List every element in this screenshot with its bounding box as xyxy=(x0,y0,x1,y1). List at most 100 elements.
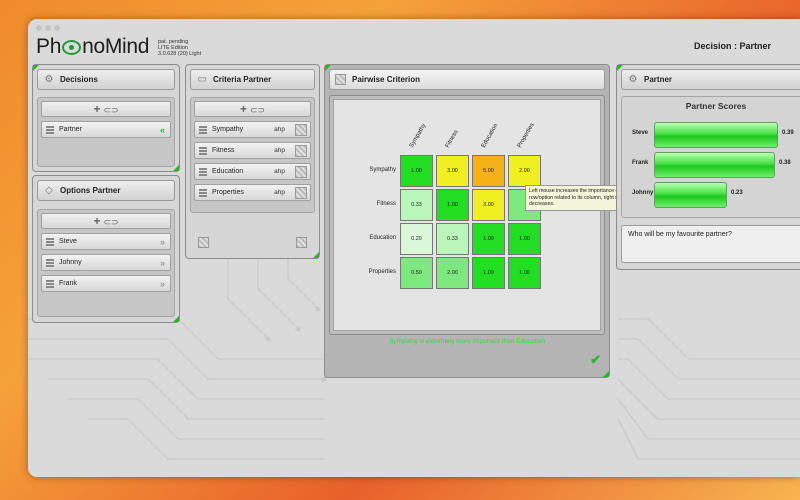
chevron-left-icon[interactable]: « xyxy=(160,125,165,135)
pairwise-matrix: Sympathy Fitness Education Properties Sympat… xyxy=(333,99,643,331)
matrix-column-label: Education xyxy=(480,122,500,149)
option-item-steve[interactable]: Steve » xyxy=(41,233,171,250)
matrix-cell[interactable]: 3.00 xyxy=(436,155,469,187)
chevron-right-icon[interactable]: » xyxy=(160,237,165,247)
chevron-right-icon[interactable]: » xyxy=(160,279,165,289)
criterion-item-education[interactable]: Education ahp xyxy=(194,163,311,180)
criterion-method: ahp xyxy=(274,126,285,133)
score-bar xyxy=(654,122,778,148)
app-logo: Ph noMind xyxy=(36,35,150,58)
resize-handle-icon[interactable] xyxy=(603,371,609,377)
matrix-cell[interactable]: 1.00 xyxy=(508,257,541,289)
app-window: Ph noMind pat. pending LITE Edition 3.0.6… xyxy=(28,19,800,477)
pairwise-panel: Pairwise Criterion Sympathy Fitness Educat… xyxy=(324,64,643,378)
matrix-row-label: Education xyxy=(369,235,396,241)
matrix-icon[interactable] xyxy=(295,187,307,199)
matrix-overview-icon[interactable] xyxy=(198,237,209,248)
add-option-button[interactable]: + ⊂⊃ xyxy=(41,213,171,229)
link-icon: ⊂⊃ xyxy=(103,105,119,115)
criterion-item-properties[interactable]: Properties ahp xyxy=(194,184,311,201)
resize-handle-icon[interactable] xyxy=(313,252,319,258)
zoom-window-button[interactable] xyxy=(54,25,60,31)
drag-handle-icon[interactable] xyxy=(199,126,207,134)
drag-handle-icon[interactable] xyxy=(46,126,54,134)
version-label: 3.0.628 (20) Light xyxy=(158,51,202,57)
matrix-cell[interactable]: 2.00 xyxy=(508,155,541,187)
drag-handle-icon[interactable] xyxy=(46,259,54,267)
drag-handle-icon[interactable] xyxy=(199,189,207,197)
criterion-label: Fitness xyxy=(212,147,235,154)
plus-icon: + xyxy=(239,102,247,116)
logo-eye-icon xyxy=(62,40,82,55)
options-title: Options Partner xyxy=(60,186,121,195)
pairwise-matrix-frame: Sympathy Fitness Education Properties Sympat… xyxy=(329,95,643,335)
criterion-label: Properties xyxy=(212,189,244,196)
matrix-icon xyxy=(335,74,346,85)
scores-title: Partner Scores xyxy=(685,101,747,111)
matrix-row-label: Fitness xyxy=(376,201,396,207)
decision-question[interactable]: Who will be my favourite partner? xyxy=(621,225,800,263)
confirm-checkmark-icon[interactable]: ✔ xyxy=(590,352,601,368)
decisions-icon: ⚙ xyxy=(44,74,54,85)
criterion-method: ahp xyxy=(274,147,285,154)
matrix-cell[interactable]: 1.00 xyxy=(508,223,541,255)
matrix-cell[interactable]: 0.20 xyxy=(400,223,433,255)
close-window-button[interactable] xyxy=(36,25,42,31)
matrix-cell[interactable]: 2.00 xyxy=(436,257,469,289)
criterion-item-fitness[interactable]: Fitness ahp xyxy=(194,142,311,159)
matrix-column-label: Fitness xyxy=(444,129,460,149)
criteria-icon: ▭ xyxy=(197,74,207,85)
option-item-johnny[interactable]: Johnny » xyxy=(41,254,171,271)
add-criterion-button[interactable]: + ⊂⊃ xyxy=(194,101,311,117)
partner-panel-title: Partner xyxy=(644,75,673,84)
score-value: 0.23 xyxy=(731,190,743,196)
matrix-cell[interactable]: 1.00 xyxy=(472,223,505,255)
score-option-name: Johnny xyxy=(632,190,654,196)
matrix-cell[interactable]: 1.00 xyxy=(436,189,469,221)
partner-panel: ⚙ Partner Partner Scores Steve 0.39 Frank 0… xyxy=(616,64,800,270)
matrix-icon[interactable] xyxy=(295,166,307,178)
partner-header: ⚙ Partner xyxy=(621,69,800,90)
option-label: Frank xyxy=(59,280,77,287)
chevron-right-icon[interactable]: » xyxy=(160,258,165,268)
criteria-panel: ▭ Criteria Partner + ⊂⊃ Sympathy ahp Fitn… xyxy=(185,64,320,259)
score-option-name: Frank xyxy=(632,160,649,166)
matrix-cell[interactable]: 1.00 xyxy=(400,155,433,187)
score-row: Steve 0.39 xyxy=(622,122,800,148)
decisions-title: Decisions xyxy=(60,75,98,84)
criterion-label: Sympathy xyxy=(212,126,244,133)
option-label: Johnny xyxy=(59,259,82,266)
decision-item-partner[interactable]: Partner « xyxy=(41,121,171,138)
drag-handle-icon[interactable] xyxy=(199,147,207,155)
matrix-icon[interactable] xyxy=(295,145,307,157)
criterion-item-sympathy[interactable]: Sympathy ahp xyxy=(194,121,311,138)
drag-handle-icon[interactable] xyxy=(46,280,54,288)
matrix-row-label: Sympathy xyxy=(369,167,396,173)
partner-scores-chart: Partner Scores Steve 0.39 Frank 0.38 Johnny 0… xyxy=(621,96,800,218)
matrix-cell[interactable]: 0.33 xyxy=(400,189,433,221)
minimize-window-button[interactable] xyxy=(45,25,51,31)
matrix-cell[interactable]: 0.33 xyxy=(436,223,469,255)
drag-handle-icon[interactable] xyxy=(46,238,54,246)
score-option-name: Steve xyxy=(632,130,649,136)
score-row: Frank 0.38 xyxy=(622,152,800,178)
options-list: + ⊂⊃ Steve » Johnny » Frank » xyxy=(37,209,175,317)
matrix-cell[interactable]: 0.50 xyxy=(400,257,433,289)
matrix-icon[interactable] xyxy=(295,124,307,136)
option-item-frank[interactable]: Frank » xyxy=(41,275,171,292)
matrix-cell[interactable]: 3.00 xyxy=(472,189,505,221)
matrix-cell[interactable]: 1.00 xyxy=(472,257,505,289)
criteria-header: ▭ Criteria Partner xyxy=(190,69,315,90)
option-label: Steve xyxy=(59,238,77,245)
matrix-row-label: Properties xyxy=(368,269,396,275)
add-decision-button[interactable]: + ⊂⊃ xyxy=(41,101,171,117)
decisions-list: + ⊂⊃ Partner « xyxy=(37,97,175,167)
decisions-panel: ⚙ Decisions + ⊂⊃ Partner « xyxy=(32,64,180,172)
link-icon: ⊂⊃ xyxy=(103,217,119,227)
decision-label: Partner xyxy=(59,126,82,133)
resize-handle-icon[interactable] xyxy=(173,316,179,322)
matrix-cell[interactable]: 5.00 xyxy=(472,155,505,187)
score-value: 0.38 xyxy=(779,160,791,166)
drag-handle-icon[interactable] xyxy=(199,168,207,176)
matrix-settings-icon[interactable] xyxy=(296,237,307,248)
